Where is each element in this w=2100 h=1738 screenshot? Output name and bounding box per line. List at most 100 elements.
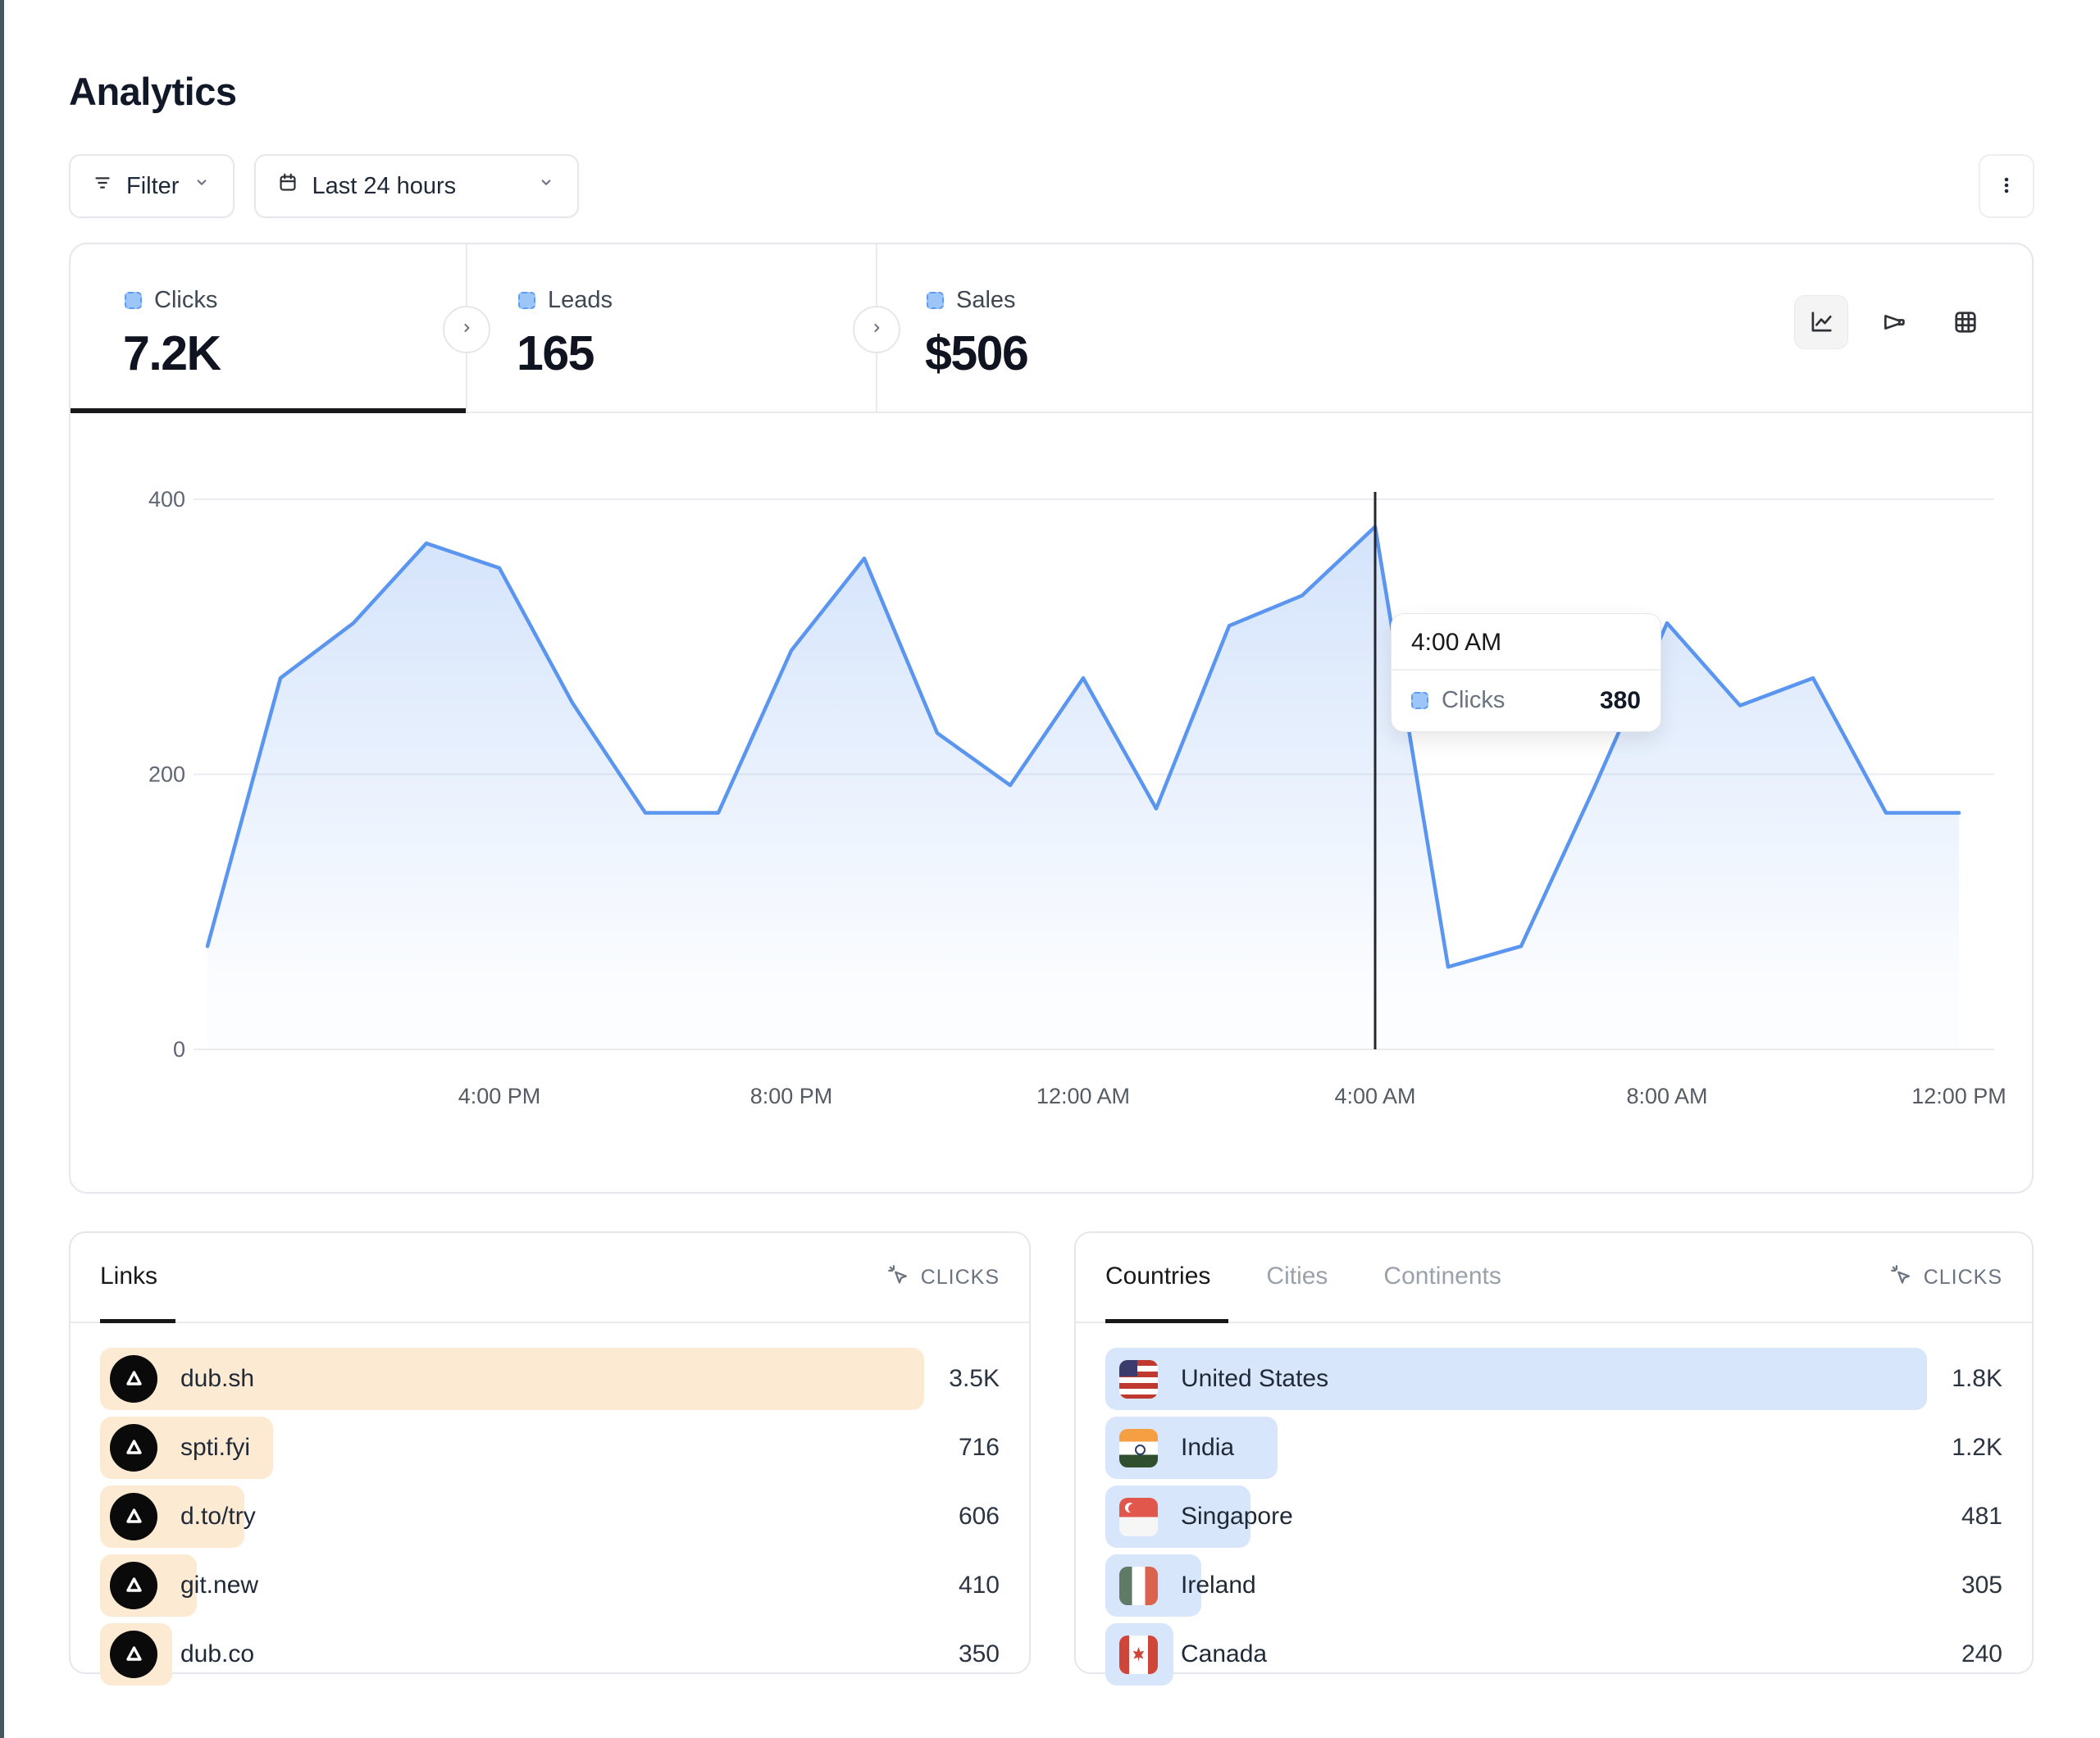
links-panel-header: Links CLICKS <box>71 1233 1029 1323</box>
metric-label: CLICKS <box>921 1266 1000 1290</box>
list-item[interactable]: India 1.2K <box>1105 1417 2002 1479</box>
time-series-chart[interactable]: 0 200 400 4:00 PM 8:00 PM 12:00 AM 4:00 AM 8:00… <box>71 413 2032 1194</box>
active-tab-underline <box>71 408 466 413</box>
tab-leads[interactable]: Leads 165 <box>466 244 876 412</box>
item-clicks-value: 350 <box>959 1640 1000 1668</box>
tab-clicks[interactable]: Clicks 7.2K <box>71 244 466 412</box>
links-panel: Links CLICKS dub.sh3.5Kspti.fyi716d.to/t… <box>69 1231 1031 1674</box>
item-clicks-value: 240 <box>1961 1640 2002 1668</box>
list-item[interactable]: spti.fyi716 <box>100 1417 1000 1479</box>
chevron-down-icon <box>535 171 558 201</box>
cursor-click-icon <box>886 1263 911 1292</box>
page-title: Analytics <box>69 69 236 114</box>
ca-flag-icon <box>1119 1636 1158 1674</box>
cursor-click-icon <box>1889 1263 1914 1292</box>
countries-metric-selector[interactable]: CLICKS <box>1889 1263 2002 1292</box>
tab-sales[interactable]: Sales $506 <box>876 244 1286 412</box>
tooltip-time: 4:00 AM <box>1392 614 1660 669</box>
tab-continents[interactable]: Continents <box>1383 1233 1519 1323</box>
stat-value: 7.2K <box>123 325 466 381</box>
chart-tooltip: 4:00 AM Clicks 380 <box>1391 613 1661 732</box>
in-flag-icon <box>1119 1429 1158 1467</box>
stats-tabs-row: Clicks 7.2K Leads 165 Sales $506 <box>71 244 2032 413</box>
item-name: Canada <box>1181 1640 1267 1668</box>
date-range-button[interactable]: Last 24 hours <box>254 154 579 218</box>
dub-logo-icon <box>110 1355 157 1403</box>
line-chart-icon[interactable] <box>1794 295 1848 349</box>
dub-logo-icon <box>110 1562 157 1609</box>
kebab-menu-icon <box>1993 172 2020 201</box>
y-axis-tick: 400 <box>148 487 185 512</box>
list-item[interactable]: Canada 240 <box>1105 1623 2002 1686</box>
y-axis-tick: 200 <box>148 762 185 787</box>
list-item[interactable]: d.to/try 606 <box>100 1485 1000 1548</box>
item-name: United States <box>1181 1365 1328 1393</box>
item-name: dub.co <box>180 1640 254 1668</box>
list-item[interactable]: dub.sh 3.5K <box>100 1348 1000 1410</box>
list-item[interactable]: dub.co 350 <box>100 1623 1000 1686</box>
tab-countries[interactable]: Countries <box>1105 1233 1228 1323</box>
stat-label: Leads <box>548 287 613 314</box>
item-name: India <box>1181 1434 1234 1462</box>
list-item[interactable]: git.new 410 <box>100 1554 1000 1617</box>
stat-value: 165 <box>517 325 876 381</box>
list-item[interactable]: Ireland 305 <box>1105 1554 2002 1617</box>
links-list: dub.sh 3.5K spti.fyi716 d.to/try 606 git.new 4… <box>71 1323 1029 1686</box>
dub-logo-icon <box>110 1424 157 1472</box>
item-clicks-value: 3.5K <box>949 1365 1000 1393</box>
y-axis-tick: 0 <box>173 1037 185 1062</box>
item-clicks-value: 481 <box>1961 1503 2002 1531</box>
item-name: dub.sh <box>180 1365 254 1393</box>
ie-flag-icon <box>1119 1567 1158 1605</box>
sales-legend-chip <box>927 292 944 309</box>
links-metric-selector[interactable]: CLICKS <box>886 1263 1000 1292</box>
tab-cities[interactable]: Cities <box>1266 1233 1346 1323</box>
funnel-chart-icon[interactable] <box>1866 295 1920 349</box>
tab-links[interactable]: Links <box>100 1233 175 1323</box>
countries-list: United States1.8KIndia1.2KSingapore481Ir… <box>1076 1323 2032 1686</box>
toolbar: Filter Last 24 hours <box>69 154 579 218</box>
item-name: d.to/try <box>180 1503 256 1531</box>
x-axis-tick: 12:00 AM <box>1036 1084 1130 1108</box>
item-name: Ireland <box>1181 1572 1256 1599</box>
x-axis-tick: 12:00 PM <box>1911 1084 2007 1108</box>
item-name: git.new <box>180 1572 258 1599</box>
us-flag-icon <box>1119 1360 1158 1399</box>
tooltip-value: 380 <box>1600 687 1641 715</box>
metric-label: CLICKS <box>1924 1266 2002 1290</box>
list-item[interactable]: United States1.8K <box>1105 1348 2002 1410</box>
x-axis-tick: 4:00 PM <box>458 1084 541 1108</box>
leads-legend-chip <box>518 292 535 309</box>
clicks-legend-chip <box>125 292 142 309</box>
filter-button[interactable]: Filter <box>69 154 235 218</box>
clicks-area-fill <box>207 527 1959 1050</box>
next-metric-button[interactable] <box>443 306 490 353</box>
stat-label: Sales <box>956 287 1016 314</box>
list-item[interactable]: Singapore481 <box>1105 1485 2002 1548</box>
item-clicks-value: 305 <box>1961 1572 2002 1599</box>
x-axis-tick: 8:00 AM <box>1626 1084 1707 1108</box>
tooltip-series-label: Clicks <box>1442 687 1505 714</box>
table-icon[interactable] <box>1938 295 1993 349</box>
filter-lines-icon <box>90 171 115 202</box>
clicks-area-chart: 0 200 400 4:00 PM 8:00 PM 12:00 AM 4:00 AM 8:00… <box>71 413 2032 1194</box>
analytics-page: Analytics Filter Last 24 hours <box>0 0 2100 1738</box>
item-clicks-value: 1.2K <box>1952 1434 2002 1462</box>
x-axis-tick: 8:00 PM <box>750 1084 833 1108</box>
stat-label: Clicks <box>154 287 217 314</box>
calendar-icon <box>276 171 300 202</box>
countries-panel-header: Countries Cities Continents CLICKS <box>1076 1233 2032 1323</box>
item-clicks-value: 410 <box>959 1572 1000 1599</box>
filter-button-label: Filter <box>126 173 179 200</box>
dub-logo-icon <box>110 1493 157 1540</box>
item-clicks-value: 606 <box>959 1503 1000 1531</box>
chart-type-toggles <box>1794 295 1993 349</box>
clicks-legend-chip <box>1411 692 1428 709</box>
analytics-chart-card: Clicks 7.2K Leads 165 Sales $506 <box>69 243 2034 1194</box>
next-metric-button[interactable] <box>853 306 900 353</box>
dub-logo-icon <box>110 1631 157 1678</box>
sg-flag-icon <box>1119 1498 1158 1536</box>
x-axis-tick: 4:00 AM <box>1334 1084 1415 1108</box>
more-options-button[interactable] <box>1979 154 2034 218</box>
item-name: spti.fyi <box>180 1434 250 1462</box>
